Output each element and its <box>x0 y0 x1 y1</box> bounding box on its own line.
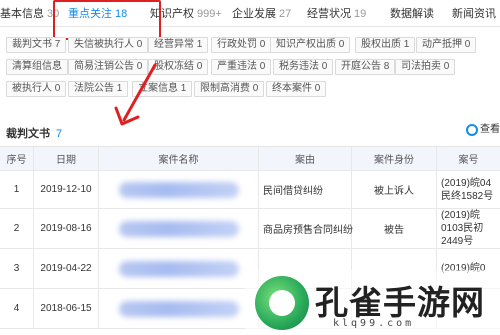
tab-data-interpretation[interactable]: 数据解读 <box>390 5 434 23</box>
chip-chattel-mortgage[interactable]: 动产抵押 0 <box>416 37 477 53</box>
chip-executed-person[interactable]: 被执行人 0 <box>6 81 67 97</box>
cell-cause: 民间借贷纠纷 <box>259 171 352 208</box>
chip-liquidation[interactable]: 清算组信息 <box>6 59 68 75</box>
table-row[interactable]: 1 2019-12-10 民间借贷纠纷 被上诉人 (2019)皖04民终1582… <box>0 171 500 209</box>
watermark-logo-icon <box>255 276 309 330</box>
cell-role: 被上诉人 <box>352 171 437 208</box>
header-cause: 案由 <box>259 147 352 170</box>
tab-count: 27 <box>279 8 292 20</box>
cell-case-name[interactable] <box>99 289 259 328</box>
section-title: 裁判文书 7 <box>6 125 62 141</box>
chip-simple-deregistration[interactable]: 简易注销公告 0 <box>68 59 149 75</box>
tab-label: 知识产权 <box>150 8 194 20</box>
tab-label: 数据解读 <box>390 8 434 20</box>
redacted-case-name <box>118 300 239 317</box>
chip-tax-violation[interactable]: 税务违法 0 <box>273 59 334 75</box>
cell-case-no: (2019)皖04民终1582号 <box>437 171 500 208</box>
tab-label: 经营状况 <box>307 8 351 20</box>
header-case-no: 案号 <box>458 155 479 166</box>
chip-case-filing[interactable]: 立案信息 1 <box>132 81 193 97</box>
chip-abnormal-operation[interactable]: 经营异常 1 <box>148 37 209 53</box>
chip-dishonest-executed[interactable]: 失信被执行人 0 <box>68 37 149 53</box>
chip-judicial-auction[interactable]: 司法拍卖 0 <box>395 59 456 75</box>
cell-date: 2019-04-22 <box>34 249 99 288</box>
view-link-label: 查看 <box>480 124 500 135</box>
cell-date: 2019-12-10 <box>34 171 99 208</box>
tab-count: 999+ <box>197 8 222 20</box>
header-no: 序号 <box>0 147 34 170</box>
tab-count: 30 <box>47 8 60 20</box>
chip-serious-violation[interactable]: 严重违法 0 <box>211 59 272 75</box>
table-header-row: 序号 日期 案件名称 案由 案件身份 案号 <box>0 147 500 171</box>
tab-enterprise-development[interactable]: 企业发展 27 <box>232 5 291 23</box>
chip-equity-freeze[interactable]: 股权冻结 0 <box>148 59 209 75</box>
chip-ip-pledge[interactable]: 知识产权出质 0 <box>270 37 351 53</box>
view-icon <box>466 124 478 136</box>
tab-count: 18 <box>115 8 128 20</box>
cell-case-name[interactable] <box>99 209 259 248</box>
cell-case-no: (2019)皖0103民初2449号 <box>437 209 500 248</box>
redacted-case-name <box>118 181 239 198</box>
tab-count: 19 <box>354 8 367 20</box>
tab-key-attention[interactable]: 重点关注 18 <box>68 5 127 23</box>
chip-equity-pledge[interactable]: 股权出质 1 <box>355 37 416 53</box>
cell-case-name[interactable] <box>99 249 259 288</box>
table-row[interactable]: 2 2019-08-16 商品房预售合同纠纷 被告 (2019)皖0103民初2… <box>0 209 500 249</box>
view-link[interactable]: 查看 <box>466 122 500 138</box>
cell-date: 2019-08-16 <box>34 209 99 248</box>
cell-no: 4 <box>0 289 34 328</box>
cell-no: 3 <box>0 249 34 288</box>
watermark-title: 孔雀手游网 <box>315 283 485 322</box>
case-no-text: (2019)皖04民终1582号 <box>441 177 494 202</box>
header-case-name: 案件名称 <box>99 147 259 170</box>
tab-basic-info[interactable]: 基本信息 30 <box>0 5 59 23</box>
chip-consumption-limit[interactable]: 限制高消费 0 <box>194 81 265 97</box>
filter-chips-panel: 裁判文书 7 失信被执行人 0 经营异常 1 行政处罚 0 知识产权出质 0 股… <box>0 30 500 100</box>
tab-business-status[interactable]: 经营状况 19 <box>307 5 366 23</box>
cell-no: 1 <box>0 171 34 208</box>
section-title-label: 裁判文书 <box>6 128 50 140</box>
chip-admin-penalty[interactable]: 行政处罚 0 <box>211 37 272 53</box>
watermark-url: klq99.com <box>333 318 415 329</box>
cell-date: 2018-06-15 <box>34 289 99 328</box>
cell-role: 被告 <box>352 209 437 248</box>
case-no-text: (2019)皖0103民初2449号 <box>441 210 484 247</box>
chip-court-hearing[interactable]: 开庭公告 8 <box>335 59 396 75</box>
cell-no: 2 <box>0 209 34 248</box>
chip-judgment-docs[interactable]: 裁判文书 7 <box>6 37 67 53</box>
tab-label: 企业发展 <box>232 8 276 20</box>
section-count: 7 <box>56 128 63 140</box>
chip-terminated-case[interactable]: 终本案件 0 <box>266 81 327 97</box>
header-role: 案件身份 <box>352 147 437 170</box>
redacted-case-name <box>118 220 239 237</box>
cell-case-name[interactable] <box>99 171 259 208</box>
chip-court-announcement[interactable]: 法院公告 1 <box>68 81 129 97</box>
judgment-table: 序号 日期 案件名称 案由 案件身份 案号 1 2019-12-10 民间借贷纠… <box>0 146 500 329</box>
tab-label: 基本信息 <box>0 8 44 20</box>
tab-intellectual-property[interactable]: 知识产权 999+ <box>150 5 222 23</box>
redacted-case-name <box>118 260 239 277</box>
tab-bar: 基本信息 30 重点关注 18 知识产权 999+ 企业发展 27 经营状况 19 数据解… <box>0 0 500 27</box>
tab-news[interactable]: 新闻资讯 <box>452 5 496 23</box>
cell-cause: 商品房预售合同纠纷 <box>259 209 353 248</box>
tab-label: 重点关注 <box>68 8 112 20</box>
header-date: 日期 <box>34 147 99 170</box>
site-watermark: 孔雀手游网 klq99.com <box>245 270 500 335</box>
tab-label: 新闻资讯 <box>452 8 496 20</box>
